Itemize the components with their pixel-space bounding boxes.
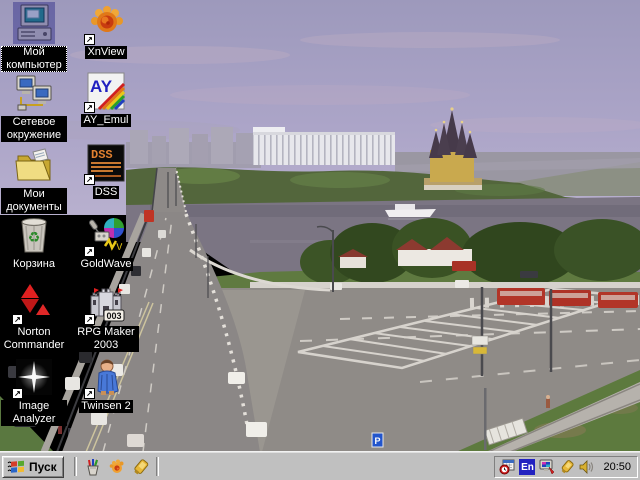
svg-text:♻: ♻ <box>28 230 41 246</box>
network-icon <box>13 72 55 114</box>
dss-icon: DSS ↗ <box>84 142 127 185</box>
taskbar-separator <box>74 457 77 476</box>
start-button-label: Пуск <box>29 460 57 474</box>
desktop-icon-label: XnView <box>85 46 127 59</box>
goldwave-icon: V ↗ <box>84 214 127 257</box>
shortcut-arrow-icon: ↗ <box>12 314 23 325</box>
svg-text:P: P <box>374 436 380 446</box>
shortcut-arrow-icon: ↗ <box>84 34 95 45</box>
desktop-icon-ay-emul[interactable]: AY ↗ AY_Emul <box>72 70 140 127</box>
scheduler-icon[interactable] <box>499 459 515 475</box>
desktop-icon-label: RPG Maker 2003 <box>73 326 139 352</box>
taskbar-clock[interactable]: 20:50 <box>599 461 631 473</box>
desktop-icon-label: AY_Emul <box>81 114 131 127</box>
ay-emul-icon: AY ↗ <box>84 70 127 113</box>
display-settings-icon[interactable] <box>539 459 555 475</box>
desktop-icon-recycle-bin[interactable]: ♻ Корзина <box>0 214 68 271</box>
svg-text:AY: AY <box>90 77 113 96</box>
my-documents-icon <box>13 144 55 186</box>
windows-logo-icon <box>7 460 24 473</box>
desktop-icon-twinsen[interactable]: ↗ Twinsen 2 <box>72 356 140 413</box>
desktop-icon-xnview[interactable]: ↗ XnView <box>72 2 140 59</box>
quicklaunch-xnview-button[interactable] <box>106 457 128 477</box>
shortcut-arrow-icon: ↗ <box>84 102 95 113</box>
desktop-icon-label: DSS <box>92 186 120 199</box>
desktop-icon-label: Norton Commander <box>1 326 67 352</box>
shortcut-arrow-icon: ↗ <box>12 388 23 399</box>
shortcut-arrow-icon: ↗ <box>84 246 95 257</box>
desktop-icon-rpg-maker[interactable]: 003 ↗ RPG Maker 2003 <box>72 282 140 352</box>
system-tray: En 20:50 <box>494 456 638 478</box>
recycle-bin-icon: ♻ <box>13 214 55 256</box>
parking-sign: P <box>371 432 384 448</box>
stadium <box>253 127 395 165</box>
my-computer-icon <box>13 2 55 44</box>
shortcut-arrow-icon: ↗ <box>84 174 95 185</box>
desktop: P Мой компьютер ↗ XnView Сетевое окружен… <box>0 0 640 480</box>
xnview-spiral-icon <box>109 459 124 473</box>
norton-commander-icon: ↗ <box>12 282 55 325</box>
gold-brush-icon <box>134 459 149 475</box>
desktop-icon-label: Корзина <box>11 258 57 271</box>
desktop-icon-my-computer[interactable]: Мой компьютер <box>0 2 68 72</box>
desktop-icon-goldwave[interactable]: V ↗ GoldWave <box>72 214 140 271</box>
desktop-icon-network[interactable]: Сетевое окружение <box>0 72 68 142</box>
desktop-icon-label: Сетевое окружение <box>1 116 67 142</box>
desktop-icon-dss[interactable]: DSS ↗ DSS <box>72 142 140 199</box>
shortcut-arrow-icon: ↗ <box>84 388 95 399</box>
volume-icon[interactable] <box>579 459 595 475</box>
desktop-icon-label: Image Analyzer <box>1 400 67 426</box>
desktop-icon-label: GoldWave <box>78 258 134 271</box>
image-analyzer-icon: ↗ <box>12 356 55 399</box>
gold-brush-icon[interactable] <box>559 459 575 475</box>
desktop-icon-image-analyzer[interactable]: ↗ Image Analyzer <box>0 356 68 426</box>
twinsen-icon: ↗ <box>84 356 127 399</box>
quicklaunch-gold-brush-button[interactable] <box>130 457 152 477</box>
desktop-icon-label: Мой компьютер <box>1 46 67 72</box>
keyboard-layout-indicator[interactable]: En <box>519 459 536 475</box>
desktop-icon-label: Twinsen 2 <box>79 400 133 413</box>
svg-text:DSS: DSS <box>91 148 113 162</box>
pen-cup-icon <box>87 459 99 476</box>
svg-text:V: V <box>116 242 123 253</box>
desktop-icon-my-documents[interactable]: Мои документы <box>0 144 68 214</box>
taskbar: Пуск En 20:50 <box>0 452 640 480</box>
svg-text:003: 003 <box>106 311 121 321</box>
shortcut-arrow-icon: ↗ <box>84 314 95 325</box>
start-button[interactable]: Пуск <box>2 456 64 478</box>
quicklaunch-pen-cup-button[interactable] <box>82 457 104 477</box>
rpg-maker-icon: 003 ↗ <box>84 282 127 325</box>
taskbar-separator <box>156 457 159 476</box>
desktop-icon-norton[interactable]: ↗ Norton Commander <box>0 282 68 352</box>
desktop-icon-label: Мои документы <box>1 188 67 214</box>
xnview-icon: ↗ <box>84 2 127 45</box>
